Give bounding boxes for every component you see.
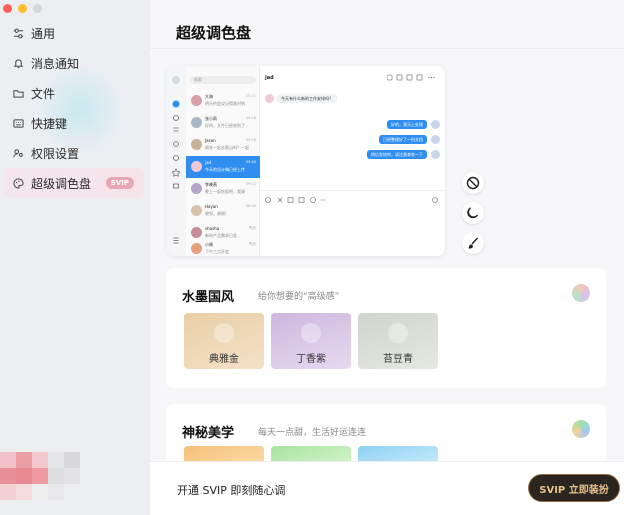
- list-item: 小周 下午三点开会 昨天: [186, 238, 260, 256]
- preview-header-icons: [387, 74, 435, 81]
- toggles-icon: [12, 27, 24, 39]
- preview-message: 稍后发给你，请注意查收一下: [367, 150, 427, 159]
- sidebar-item-super-palette[interactable]: 超级调色盘 SVIP: [4, 168, 144, 198]
- list-item-selected: jad 今天的设计稿已经上传 09:40: [186, 156, 260, 178]
- sidebar-item-files[interactable]: 文件: [4, 78, 144, 108]
- preview-chat-title: jad: [265, 75, 274, 81]
- preview-message: 今天有什么新的工作安排吗？: [277, 94, 337, 103]
- users-icon: [12, 147, 24, 159]
- list-item: Jason 周末一起去爬山吗？一起 09:56: [186, 134, 260, 156]
- preview-tools: [462, 172, 484, 262]
- sidebar-item-general[interactable]: 通用: [4, 18, 144, 48]
- sidebar-item-permissions[interactable]: 权限设置: [4, 138, 144, 168]
- window-controls: [3, 4, 42, 13]
- sidebar-item-label: 文件: [31, 86, 56, 101]
- sidebar-item-label: 超级调色盘: [31, 176, 92, 191]
- moon-icon[interactable]: [462, 202, 484, 224]
- sidebar-item-label: 权限设置: [31, 146, 80, 161]
- list-item: 张小雨 好的，文件已经收到了 10:18: [186, 112, 260, 134]
- preview-input-divider: [261, 190, 445, 191]
- theme-preview: 搜索 大海 明天的会议记得准时到 10:21 张小雨 好的，文件已经收到了 10…: [166, 66, 445, 256]
- sidebar-item-shortcuts[interactable]: 快捷键: [4, 108, 144, 138]
- preview-search: 搜索: [190, 76, 256, 84]
- page-title: 超级调色盘: [176, 24, 252, 42]
- preview-message: 已经整理好了一份文档: [379, 135, 427, 144]
- divider: [150, 48, 624, 49]
- bell-icon: [12, 57, 24, 69]
- preview-chat-pane: jad 今天有什么新的工作安排吗？ 好的，我马上处理 已经整理好了一份文档 稍后…: [261, 66, 445, 256]
- close-window-button[interactable]: [3, 4, 12, 13]
- maximize-window-button[interactable]: [33, 4, 42, 13]
- sidebar-item-label: 快捷键: [31, 116, 68, 131]
- disable-icon[interactable]: [462, 172, 484, 194]
- swatch-lilac-purple[interactable]: 丁香紫: [271, 313, 351, 369]
- theme-title: 神秘美学: [182, 426, 235, 441]
- sidebar-item-label: 消息通知: [31, 56, 80, 71]
- list-item: 李晓燕 晚上一起吃饭吧，我请 09:12: [186, 178, 260, 200]
- minimize-window-button[interactable]: [18, 4, 27, 13]
- theme-color-dot[interactable]: [572, 420, 590, 438]
- brush-icon[interactable]: [462, 232, 484, 254]
- theme-subtitle: 给你想要的“高级感”: [258, 292, 340, 302]
- swatch-moss-green[interactable]: 苔豆青: [358, 313, 438, 369]
- keyboard-icon: [12, 117, 24, 129]
- theme-color-dot[interactable]: [572, 284, 590, 302]
- theme-subtitle: 每天一点甜，生活好运连连: [258, 428, 367, 438]
- svip-badge: SVIP: [105, 177, 134, 189]
- sidebar: 通用 消息通知 文件 快捷键 权限设置 超级调色盘 SVIP: [0, 0, 150, 515]
- settings-nav: 通用 消息通知 文件 快捷键 权限设置 超级调色盘 SVIP: [0, 18, 150, 198]
- svip-apply-button[interactable]: SVIP 立即装扮: [528, 474, 620, 502]
- svip-promo-bar: 开通 SVIP 即刻随心调 SVIP 立即装扮: [150, 461, 624, 515]
- main-panel: 超级调色盘 搜索 大海 明天的会议记得准时到 10:21 张小雨 好的，文件已经…: [150, 0, 624, 515]
- sidebar-item-label: 通用: [31, 26, 56, 41]
- folder-icon: [12, 87, 24, 99]
- preview-input-toolbar: [265, 197, 438, 203]
- promo-text: 开通 SVIP 即刻随心调: [177, 484, 286, 497]
- preview-message: 好的，我马上处理: [387, 120, 427, 129]
- list-item: 大海 明天的会议记得准时到 10:21: [186, 90, 260, 112]
- list-item: Hayan 收到，谢谢！ 08:50: [186, 200, 260, 222]
- sidebar-item-notifications[interactable]: 消息通知: [4, 48, 144, 78]
- palette-icon: [12, 177, 24, 189]
- preview-contact-list: 搜索 大海 明天的会议记得准时到 10:21 张小雨 好的，文件已经收到了 10…: [186, 66, 260, 256]
- swatch-elegant-gold[interactable]: 典雅金: [184, 313, 264, 369]
- preview-nav-rail: [166, 66, 186, 256]
- theme-card-ink: 水墨国风 给你想要的“高级感” 典雅金 丁香紫 苔豆青: [166, 268, 606, 388]
- theme-title: 水墨国风: [182, 290, 235, 305]
